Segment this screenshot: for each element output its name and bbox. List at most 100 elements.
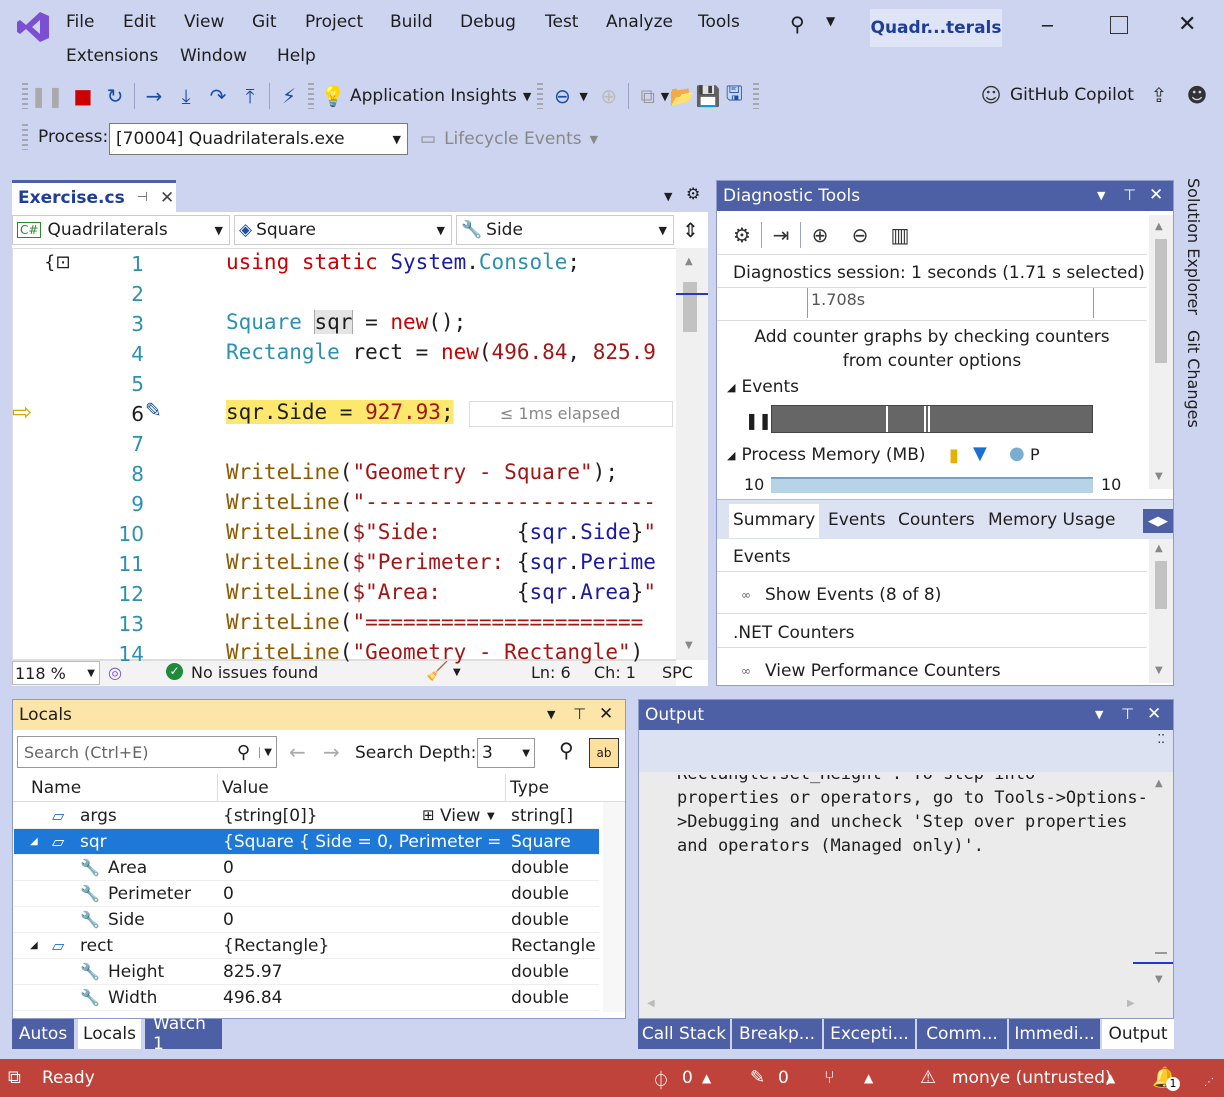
column-type[interactable]: Type xyxy=(510,778,549,798)
split-editor-icon[interactable]: ⇕ xyxy=(682,218,699,242)
view-perf-counters-link[interactable]: ∞ View Performance Counters xyxy=(741,661,1001,681)
close-window-button[interactable]: ✕ xyxy=(1178,12,1196,37)
summary-scrollbar[interactable]: ▲ ▼ xyxy=(1149,539,1173,683)
zoom-dropdown[interactable]: 118 % ▼ xyxy=(12,661,100,685)
code-line[interactable]: Rectangle rect = new(496.84, 825.9 xyxy=(226,340,656,364)
app-insights-button[interactable]: Application Insights xyxy=(350,86,517,106)
status-user[interactable]: monye (untrusted) xyxy=(952,1068,1112,1088)
save-icon[interactable]: 💾 xyxy=(695,83,721,109)
step-into-icon[interactable]: ⤓ xyxy=(173,83,199,109)
navigate-back-icon[interactable]: ⊖ xyxy=(549,83,575,109)
restart-icon[interactable]: ↻ xyxy=(102,83,128,109)
chevron-down-icon[interactable]: ▼ xyxy=(1095,708,1103,721)
filter-icon[interactable]: ⚲ xyxy=(559,738,574,762)
code-line[interactable]: using static System.Console; xyxy=(226,250,580,274)
diag-tab-memory-usage[interactable]: Memory Usage xyxy=(984,504,1120,538)
chevron-down-icon[interactable]: ▼ xyxy=(523,90,531,103)
step-over-icon[interactable]: ↷ xyxy=(205,83,231,109)
column-value[interactable]: Value xyxy=(222,778,269,798)
chevron-down-icon[interactable]: ▼ xyxy=(453,667,461,678)
pin-icon[interactable]: ⊤ xyxy=(1123,186,1136,204)
tab-callstack[interactable]: Call Stack xyxy=(638,1019,730,1049)
navigate-forward-icon[interactable]: ⊕ xyxy=(596,83,622,109)
solution-explorer-tab[interactable]: Solution Explorer xyxy=(1184,178,1203,315)
chevron-up-icon[interactable]: ▲ xyxy=(702,1071,711,1085)
menu-file[interactable]: File xyxy=(66,12,94,32)
git-changes-tab[interactable]: Git Changes xyxy=(1184,330,1203,428)
close-icon[interactable]: ✕ xyxy=(1149,185,1163,205)
menu-window[interactable]: Window xyxy=(180,46,247,66)
chevron-down-icon[interactable]: ▼ xyxy=(661,90,669,103)
chevron-down-icon[interactable]: ▼ xyxy=(259,746,272,758)
menu-build[interactable]: Build xyxy=(390,12,433,32)
view-strings-icon[interactable]: ab xyxy=(589,738,619,768)
code-line[interactable]: WriteLine($"Area: {sqr.Area}" xyxy=(226,580,656,604)
menu-view[interactable]: View xyxy=(184,12,224,32)
tab-output[interactable]: Output xyxy=(1102,1019,1174,1049)
menu-extensions[interactable]: Extensions xyxy=(66,46,158,66)
pencil-icon[interactable]: ✎ xyxy=(750,1067,765,1088)
locals-scrollbar[interactable] xyxy=(603,802,625,1012)
vertical-scrollbar[interactable]: ▲ ▼ xyxy=(676,248,708,660)
issues-status[interactable]: No issues found xyxy=(191,663,318,682)
search-icon[interactable]: ⚲ xyxy=(790,12,805,36)
minimize-button[interactable]: ─ xyxy=(1042,16,1053,37)
chevron-down-icon[interactable]: ▼ xyxy=(826,14,835,28)
events-track[interactable] xyxy=(771,405,1093,433)
gear-icon[interactable]: ⚙ xyxy=(686,184,700,203)
column-status[interactable]: Ch: 1 xyxy=(594,663,636,682)
settings-icon[interactable]: ⚙ xyxy=(729,222,755,248)
open-folder-icon[interactable]: 📂 xyxy=(669,83,695,109)
changes-count[interactable]: 0 xyxy=(778,1068,789,1088)
menu-test[interactable]: Test xyxy=(545,12,578,32)
tab-immedi[interactable]: Immedi... xyxy=(1009,1019,1100,1049)
pause-icon[interactable]: ❚❚ xyxy=(30,83,64,109)
pin-icon[interactable]: ⊤ xyxy=(573,705,586,723)
chevron-down-icon[interactable]: ▼ xyxy=(664,190,672,203)
menu-git[interactable]: Git xyxy=(252,12,277,32)
solution-name[interactable]: Quadr...terals xyxy=(870,9,1002,47)
tab-exercise-cs[interactable]: Exercise.cs ⊣ ✕ xyxy=(12,180,176,212)
memory-graph[interactable] xyxy=(771,477,1093,493)
diag-tab-counters[interactable]: Counters xyxy=(894,504,979,538)
pin-icon[interactable]: ⊤ xyxy=(1121,705,1134,723)
zoom-in-icon[interactable]: ⊕ xyxy=(807,222,833,248)
process-dropdown[interactable]: [70004] Quadrilaterals.exe ▼ xyxy=(109,123,408,155)
diag-scrollbar[interactable]: ▲ ▼ xyxy=(1149,215,1173,489)
locals-search-box[interactable]: Search (Ctrl+E) ⚲ ▼ xyxy=(17,736,277,768)
locals-row[interactable]: 🔧 Area 0 double xyxy=(14,855,599,881)
locals-row[interactable]: ◢ ▱ rect {Rectangle} Rectangle xyxy=(14,933,599,959)
tab-comm[interactable]: Comm... xyxy=(917,1019,1007,1049)
export-icon[interactable]: ⇥ xyxy=(768,222,794,248)
tab-autos[interactable]: Autos xyxy=(12,1019,74,1049)
tab-scroll-arrows[interactable]: ◀▶ xyxy=(1143,509,1173,533)
line-number-status[interactable]: Ln: 6 xyxy=(531,663,571,682)
code-line[interactable]: WriteLine("----------------------- xyxy=(226,490,656,514)
close-icon[interactable]: ✕ xyxy=(599,704,613,724)
show-events-link[interactable]: ∞ Show Events (8 of 8) xyxy=(741,585,941,605)
feedback-icon[interactable]: ☻ xyxy=(1184,82,1210,108)
search-back-icon[interactable]: ← xyxy=(289,740,306,764)
step-out-icon[interactable]: ⤒ xyxy=(237,83,263,109)
tab-watch-1[interactable]: Watch 1 xyxy=(145,1014,222,1054)
whitespace-status[interactable]: SPC xyxy=(662,663,693,682)
events-section-header[interactable]: ◢ Events xyxy=(727,377,799,397)
menu-project[interactable]: Project xyxy=(305,12,363,32)
resize-grip-icon[interactable]: ⋰ xyxy=(1204,1077,1214,1088)
code-line[interactable]: WriteLine("====================== xyxy=(226,610,643,634)
close-icon[interactable]: ✕ xyxy=(160,188,174,208)
code-line[interactable]: WriteLine($"Side: {sqr.Side}" xyxy=(226,520,656,544)
branch-icon[interactable]: ⑂ xyxy=(824,1067,835,1088)
output-scrollbar[interactable]: ▲ ▼ xyxy=(1133,772,1173,1018)
menu-help[interactable]: Help xyxy=(277,46,316,66)
tab-locals[interactable]: Locals xyxy=(78,1019,141,1049)
warning-icon[interactable]: ⚠ xyxy=(920,1067,936,1088)
collapse-icon[interactable]: {⊡ xyxy=(44,252,71,273)
search-forward-icon[interactable]: → xyxy=(323,740,340,764)
hot-reload-icon[interactable]: ⚡ xyxy=(276,83,302,109)
nav-project-dropdown[interactable]: C# Quadrilaterals ▼ xyxy=(12,215,230,245)
tab-breakp[interactable]: Breakp... xyxy=(732,1019,822,1049)
pin-icon[interactable]: ⊣ xyxy=(137,190,148,205)
diag-tab-summary[interactable]: Summary xyxy=(729,504,820,538)
chevron-down-icon[interactable]: ▼ xyxy=(579,90,587,103)
